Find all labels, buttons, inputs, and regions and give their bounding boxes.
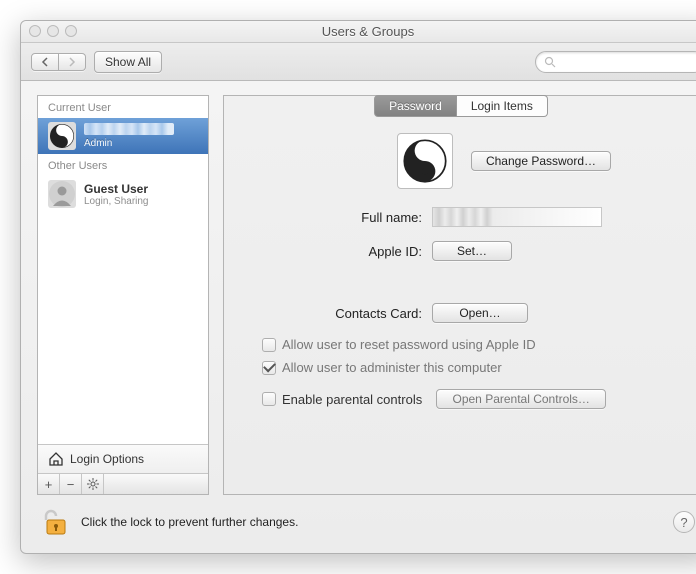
checkbox-label: Allow user to administer this computer xyxy=(282,360,502,375)
login-options-button[interactable]: Login Options xyxy=(38,445,208,474)
add-user-button[interactable]: + xyxy=(38,474,60,494)
sidebar-controls: + − xyxy=(38,474,208,494)
remove-user-button[interactable]: − xyxy=(60,474,82,494)
detail-pane: Password Login Items Change xyxy=(223,95,696,495)
sidebar-footer: Login Options + − xyxy=(38,444,208,494)
titlebar: Users & Groups xyxy=(21,21,696,43)
footer: Click the lock to prevent further change… xyxy=(37,505,696,541)
change-password-button[interactable]: Change Password… xyxy=(471,151,611,171)
sidebar-item-guest-user[interactable]: Guest User Login, Sharing xyxy=(38,176,208,212)
checkbox-row-reset-password[interactable]: Allow user to reset password using Apple… xyxy=(262,337,680,352)
house-icon xyxy=(48,451,64,467)
tab-login-items[interactable]: Login Items xyxy=(457,95,548,117)
row-apple-id: Apple ID: Set… xyxy=(242,241,680,261)
sidebar-item-current-user[interactable]: Admin xyxy=(38,118,208,154)
main: Current User Admin xyxy=(37,95,696,495)
yinyang-icon xyxy=(402,138,448,184)
guest-avatar-icon xyxy=(48,180,76,208)
full-name-field[interactable] xyxy=(432,207,602,227)
label-contacts-card: Contacts Card: xyxy=(242,306,422,321)
user-role: Admin xyxy=(84,138,174,149)
label-apple-id: Apple ID: xyxy=(242,244,422,259)
help-button[interactable]: ? xyxy=(673,511,695,533)
chevron-right-icon xyxy=(67,57,77,67)
row-full-name: Full name: xyxy=(242,207,680,227)
minimize-window-icon[interactable] xyxy=(47,25,59,37)
nav-buttons xyxy=(31,53,86,71)
close-window-icon[interactable] xyxy=(29,25,41,37)
prefpane-window: Users & Groups Show All Current User xyxy=(20,20,696,554)
row-contacts-card: Contacts Card: Open… xyxy=(242,303,680,323)
content: Current User Admin xyxy=(21,81,696,553)
checkbox-row-administer[interactable]: Allow user to administer this computer xyxy=(262,360,680,375)
chevron-left-icon xyxy=(40,57,50,67)
show-all-button[interactable]: Show All xyxy=(94,51,162,73)
checkbox-label: Enable parental controls xyxy=(282,392,422,407)
user-name-redacted xyxy=(84,123,174,135)
open-parental-controls-button[interactable]: Open Parental Controls… xyxy=(436,389,606,409)
account-picture[interactable] xyxy=(397,133,453,189)
tabbar: Password Login Items xyxy=(224,95,696,117)
unlocked-lock-icon xyxy=(43,508,69,536)
forward-button[interactable] xyxy=(59,53,86,71)
user-sidebar: Current User Admin xyxy=(37,95,209,495)
lock-button[interactable] xyxy=(41,507,71,537)
yinyang-icon xyxy=(49,123,75,149)
search-input[interactable] xyxy=(560,54,696,70)
user-info: Admin xyxy=(84,123,174,149)
user-info: Guest User Login, Sharing xyxy=(84,182,149,207)
open-contacts-button[interactable]: Open… xyxy=(432,303,528,323)
search-icon xyxy=(544,56,556,68)
back-button[interactable] xyxy=(31,53,59,71)
set-apple-id-button[interactable]: Set… xyxy=(432,241,512,261)
lock-text: Click the lock to prevent further change… xyxy=(81,515,298,529)
checkbox-row-parental[interactable]: Enable parental controls Open Parental C… xyxy=(262,389,680,409)
search-field[interactable] xyxy=(535,51,696,73)
toolbar: Show All xyxy=(21,43,696,81)
guest-name: Guest User xyxy=(84,182,149,196)
sidebar-heading-other: Other Users xyxy=(38,154,208,176)
zoom-window-icon[interactable] xyxy=(65,25,77,37)
checkbox-administer[interactable] xyxy=(262,361,276,375)
checkbox-label: Allow user to reset password using Apple… xyxy=(282,337,536,352)
person-silhouette-icon xyxy=(49,181,75,207)
checkbox-reset-password[interactable] xyxy=(262,338,276,352)
window-controls xyxy=(29,25,77,37)
avatar-row: Change Password… xyxy=(242,133,680,189)
pane-body: Change Password… Full name: Apple ID: Se… xyxy=(224,117,696,494)
user-avatar-icon xyxy=(48,122,76,150)
window-title: Users & Groups xyxy=(322,24,414,39)
sidebar-heading-current: Current User xyxy=(38,96,208,118)
login-options-label: Login Options xyxy=(70,452,144,466)
action-menu-button[interactable] xyxy=(82,474,104,494)
label-full-name: Full name: xyxy=(242,210,422,225)
checkbox-parental[interactable] xyxy=(262,392,276,406)
guest-sub: Login, Sharing xyxy=(84,196,149,207)
tab-password[interactable]: Password xyxy=(374,95,457,117)
gear-icon xyxy=(87,478,99,490)
